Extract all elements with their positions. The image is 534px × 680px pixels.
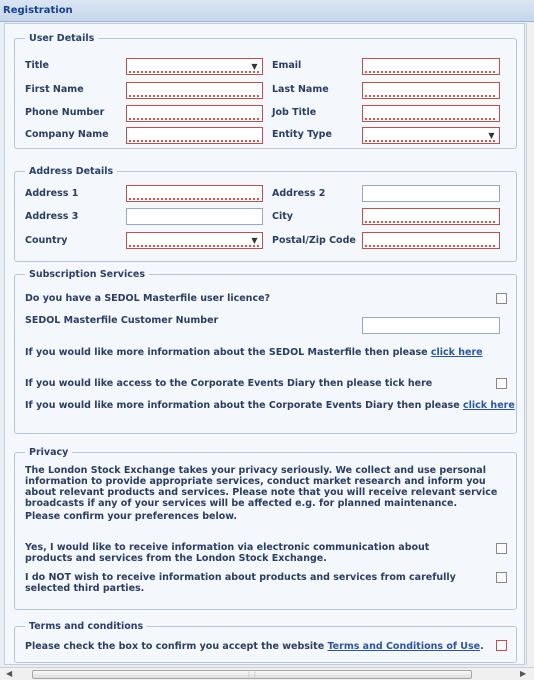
window-titlebar: Registration (0, 0, 534, 22)
chevron-down-icon: ▼ (247, 233, 262, 248)
diary-info-text: If you would like more information about… (25, 400, 460, 411)
diary-click-here-link[interactable]: click here (463, 400, 515, 411)
privacy-statement: The London Stock Exchange takes your pri… (25, 465, 498, 509)
terms-prefix: Please check the box to confirm you acce… (25, 641, 325, 652)
last-name-field[interactable] (362, 82, 500, 99)
terms-link[interactable]: Terms and Conditions of Use (327, 641, 480, 652)
diary-access-text: If you would like access to the Corporat… (25, 378, 433, 389)
horizontal-scrollbar[interactable]: ◀ ⋮⋮ ▶ (0, 667, 534, 680)
customer-number-field[interactable] (362, 317, 500, 334)
diary-info: If you would like more information about… (25, 400, 515, 411)
title-select[interactable]: ▼ (126, 58, 263, 75)
optin-text: Yes, I would like to receive information… (25, 542, 430, 564)
registration-form: User Details Title ▼ Email First Name La… (4, 23, 525, 665)
scrollbar-thumb[interactable]: ⋮⋮ (32, 670, 472, 679)
email-label: Email (272, 60, 302, 71)
terms-legend: Terms and conditions (29, 621, 144, 632)
arrow-right-icon[interactable]: ▶ (520, 669, 526, 678)
licence-checkbox[interactable] (496, 293, 507, 304)
subscription-legend: Subscription Services (29, 269, 145, 280)
address3-label: Address 3 (25, 211, 79, 222)
address2-field[interactable] (362, 185, 500, 202)
last-name-label: Last Name (272, 84, 329, 95)
diary-access-checkbox[interactable] (496, 378, 507, 389)
privacy-confirm-text: Please confirm your preferences below. (25, 511, 238, 522)
terms-text: Please check the box to confirm you acce… (25, 641, 484, 652)
job-title-label: Job Title (272, 107, 317, 118)
masterfile-info-text: If you would like more information about… (25, 347, 428, 358)
masterfile-click-here-link[interactable]: click here (431, 347, 483, 358)
first-name-field[interactable] (126, 82, 263, 99)
chevron-down-icon: ▼ (247, 59, 262, 74)
chevron-down-icon: ▼ (484, 128, 499, 143)
optout-text: I do NOT wish to receive information abo… (25, 572, 456, 594)
email-field[interactable] (362, 58, 500, 75)
address1-field[interactable] (126, 185, 263, 202)
company-label: Company Name (25, 129, 109, 140)
job-title-field[interactable] (362, 105, 500, 122)
address3-field[interactable] (126, 208, 263, 225)
address1-label: Address 1 (25, 188, 79, 199)
masterfile-info: If you would like more information about… (25, 347, 483, 358)
city-label: City (272, 211, 293, 222)
company-field[interactable] (126, 127, 263, 144)
terms-suffix: . (480, 641, 484, 652)
postal-label: Postal/Zip Code (272, 235, 356, 246)
window-title: Registration (3, 5, 73, 16)
country-label: Country (25, 235, 68, 246)
country-select[interactable]: ▼ (126, 232, 263, 249)
city-field[interactable] (362, 208, 500, 225)
first-name-label: First Name (25, 84, 84, 95)
arrow-left-icon[interactable]: ◀ (6, 669, 12, 678)
privacy-legend: Privacy (29, 447, 69, 458)
customer-number-label: SEDOL Masterfile Customer Number (25, 315, 219, 326)
licence-question: Do you have a SEDOL Masterfile user lice… (25, 293, 271, 304)
optout-checkbox[interactable] (496, 572, 507, 583)
terms-checkbox[interactable] (496, 640, 507, 651)
phone-field[interactable] (126, 105, 263, 122)
entity-type-label: Entity Type (272, 129, 332, 140)
entity-type-select[interactable]: ▼ (362, 127, 500, 144)
phone-label: Phone Number (25, 107, 105, 118)
address2-label: Address 2 (272, 188, 326, 199)
postal-field[interactable] (362, 232, 500, 249)
vertical-scrollbar[interactable] (526, 23, 534, 665)
optin-checkbox[interactable] (496, 543, 507, 554)
address-details-legend: Address Details (29, 166, 114, 177)
user-details-legend: User Details (29, 33, 95, 44)
title-label: Title (25, 60, 49, 71)
